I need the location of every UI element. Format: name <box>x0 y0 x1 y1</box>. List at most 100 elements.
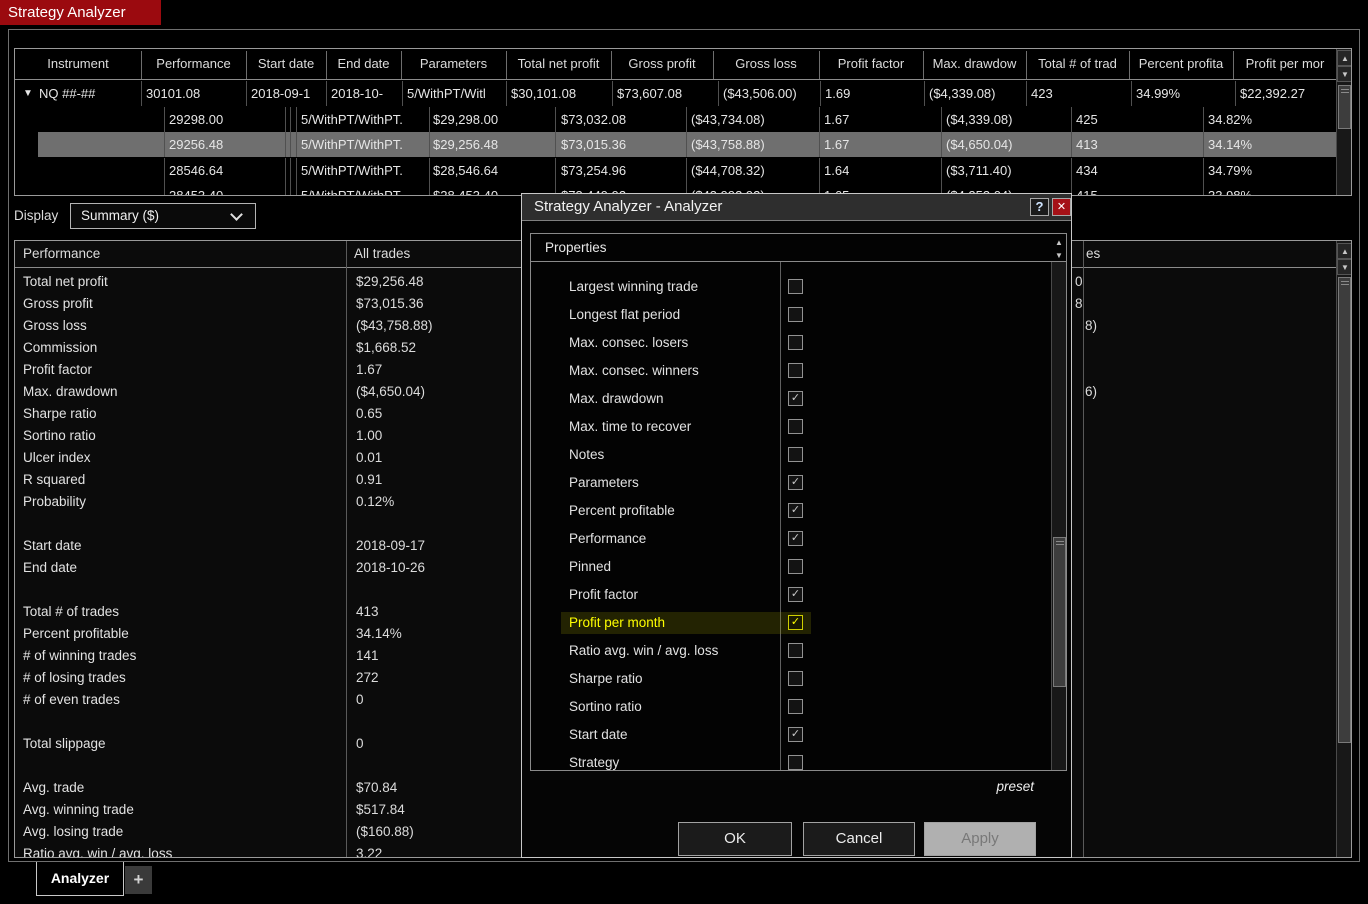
checkbox[interactable]: ✓ <box>788 727 803 742</box>
property-row[interactable]: Strategy <box>531 752 1050 770</box>
properties-dialog: Strategy Analyzer - Analyzer ? ✕ Propert… <box>521 193 1072 858</box>
cell-divider <box>290 183 291 195</box>
property-row[interactable]: Notes <box>531 444 1050 466</box>
help-button[interactable]: ? <box>1030 198 1049 216</box>
property-row[interactable]: Max. consec. losers <box>531 332 1050 354</box>
cell-divider <box>164 107 165 132</box>
property-label: Profit factor <box>569 587 639 602</box>
checkbox[interactable]: ✓ <box>788 503 803 518</box>
column-header-end-date[interactable]: End date <box>326 49 401 79</box>
summary-scrollbar[interactable]: ▲ ▼ <box>1336 241 1351 857</box>
summary-row-value: $517.84 <box>356 802 405 817</box>
column-header-percent-profita[interactable]: Percent profita <box>1129 49 1233 79</box>
column-header-max-drawdow[interactable]: Max. drawdow <box>923 49 1026 79</box>
property-row[interactable]: Ratio avg. win / avg. loss <box>531 640 1050 662</box>
property-row[interactable]: Max. time to recover <box>531 416 1050 438</box>
checkbox[interactable] <box>788 643 803 658</box>
section-scroll-up-icon[interactable]: ▲ <box>1052 236 1066 249</box>
checkbox[interactable]: ✓ <box>788 391 803 406</box>
checkbox[interactable] <box>788 335 803 350</box>
property-row[interactable]: Max. consec. winners <box>531 360 1050 382</box>
header-divider <box>15 79 1337 80</box>
apply-button[interactable]: Apply <box>924 822 1036 856</box>
checkbox[interactable]: ✓ <box>788 615 803 630</box>
summary-row-label: # of winning trades <box>23 648 137 663</box>
property-row[interactable]: Start date ✓ <box>531 724 1050 746</box>
checkbox[interactable]: ✓ <box>788 587 803 602</box>
property-row[interactable]: Performance ✓ <box>531 528 1050 550</box>
property-label: Max. consec. winners <box>569 363 699 378</box>
scroll-up-button[interactable]: ▲ <box>1337 50 1351 66</box>
optimizer-scrollbar[interactable]: ▲ ▼ <box>1336 49 1351 195</box>
cell-divider <box>296 107 297 132</box>
property-row[interactable]: Sortino ratio <box>531 696 1050 718</box>
column-header-performance[interactable]: Performance <box>141 49 246 79</box>
checkbox[interactable] <box>788 699 803 714</box>
summary-row-value: 0.01 <box>356 450 383 465</box>
scrollbar-thumb[interactable] <box>1338 85 1351 129</box>
cell: 1.69 <box>825 86 851 101</box>
column-header-gross-loss[interactable]: Gross loss <box>713 49 819 79</box>
display-dropdown[interactable]: Summary ($) <box>70 203 256 229</box>
checkbox[interactable] <box>788 363 803 378</box>
properties-section-header[interactable]: Properties <box>531 234 1066 262</box>
column-header-parameters[interactable]: Parameters <box>401 49 506 79</box>
dialog-title-bar[interactable]: Strategy Analyzer - Analyzer ? ✕ <box>522 194 1071 221</box>
column-header-total-of-trad[interactable]: Total # of trad <box>1026 49 1129 79</box>
summary-header-all-trades[interactable]: All trades <box>354 241 410 267</box>
cell: $29,256.48 <box>433 137 499 152</box>
checkbox[interactable] <box>788 279 803 294</box>
checkbox[interactable]: ✓ <box>788 475 803 490</box>
checkbox[interactable] <box>788 447 803 462</box>
section-scroll-down-icon[interactable]: ▼ <box>1052 249 1066 262</box>
checkbox[interactable]: ✓ <box>788 531 803 546</box>
scrollbar-thumb[interactable] <box>1338 277 1351 743</box>
checkbox[interactable] <box>788 419 803 434</box>
scrollbar-thumb[interactable] <box>1053 537 1066 687</box>
cell-divider <box>429 183 430 195</box>
column-header-gross-profit[interactable]: Gross profit <box>611 49 713 79</box>
scroll-up-button[interactable]: ▲ <box>1337 243 1351 259</box>
column-header-profit-factor[interactable]: Profit factor <box>819 49 923 79</box>
checkbox[interactable] <box>788 755 803 770</box>
column-header-total-net-profit[interactable]: Total net profit <box>506 49 611 79</box>
property-label: Pinned <box>569 559 612 574</box>
property-row-selected[interactable]: Profit per month ✓ <box>531 612 1050 634</box>
summary-row-label: Avg. losing trade <box>23 824 124 839</box>
property-row[interactable]: Percent profitable ✓ <box>531 500 1050 522</box>
expander-icon[interactable]: ▼ <box>23 81 33 106</box>
property-row[interactable]: Max. drawdown ✓ <box>531 388 1050 410</box>
column-header-profit-per-mor[interactable]: Profit per mor <box>1233 49 1337 79</box>
cell: 425 <box>1076 112 1098 127</box>
property-row[interactable]: Pinned <box>531 556 1050 578</box>
property-row[interactable]: Largest winning trade <box>531 276 1050 298</box>
column-header-instrument[interactable]: Instrument <box>15 49 141 79</box>
cell: 413 <box>1076 137 1098 152</box>
scroll-down-button[interactable]: ▼ <box>1337 66 1351 82</box>
tab-analyzer[interactable]: Analyzer <box>36 862 124 896</box>
checkbox[interactable] <box>788 671 803 686</box>
property-row[interactable]: Parameters ✓ <box>531 472 1050 494</box>
properties-scrollbar[interactable] <box>1051 262 1066 770</box>
property-row[interactable]: Longest flat period <box>531 304 1050 326</box>
property-row[interactable]: Profit factor ✓ <box>531 584 1050 606</box>
summary-header-performance[interactable]: Performance <box>23 241 100 267</box>
ok-button[interactable]: OK <box>678 822 792 856</box>
cancel-button[interactable]: Cancel <box>803 822 915 856</box>
close-icon[interactable]: ✕ <box>1052 198 1071 216</box>
cell-divider <box>1071 132 1072 157</box>
checkbox[interactable] <box>788 307 803 322</box>
table-row[interactable]: ▼ NQ ##-## 30101.08 2018-09-1 2018-10- 5/With… <box>15 81 1337 106</box>
property-row[interactable]: Sharpe ratio <box>531 668 1050 690</box>
checkbox[interactable] <box>788 559 803 574</box>
summary-row-value: $29,256.48 <box>356 274 424 289</box>
table-row[interactable]: 28546.64 5/WithPT/WithPT. $28,546.64 $73,25… <box>15 158 1337 183</box>
table-row[interactable]: 29298.00 5/WithPT/WithPT. $29,298.00 $73,03… <box>15 107 1337 132</box>
cell: 5/WithPT/WithPT <box>301 188 401 196</box>
summary-row-value: 0.12% <box>356 494 395 509</box>
column-header-start-date[interactable]: Start date <box>246 49 326 79</box>
cell-divider <box>285 107 286 132</box>
scroll-down-button[interactable]: ▼ <box>1337 259 1351 275</box>
cell-divider <box>1026 81 1027 106</box>
add-tab-button[interactable]: + <box>125 866 152 894</box>
